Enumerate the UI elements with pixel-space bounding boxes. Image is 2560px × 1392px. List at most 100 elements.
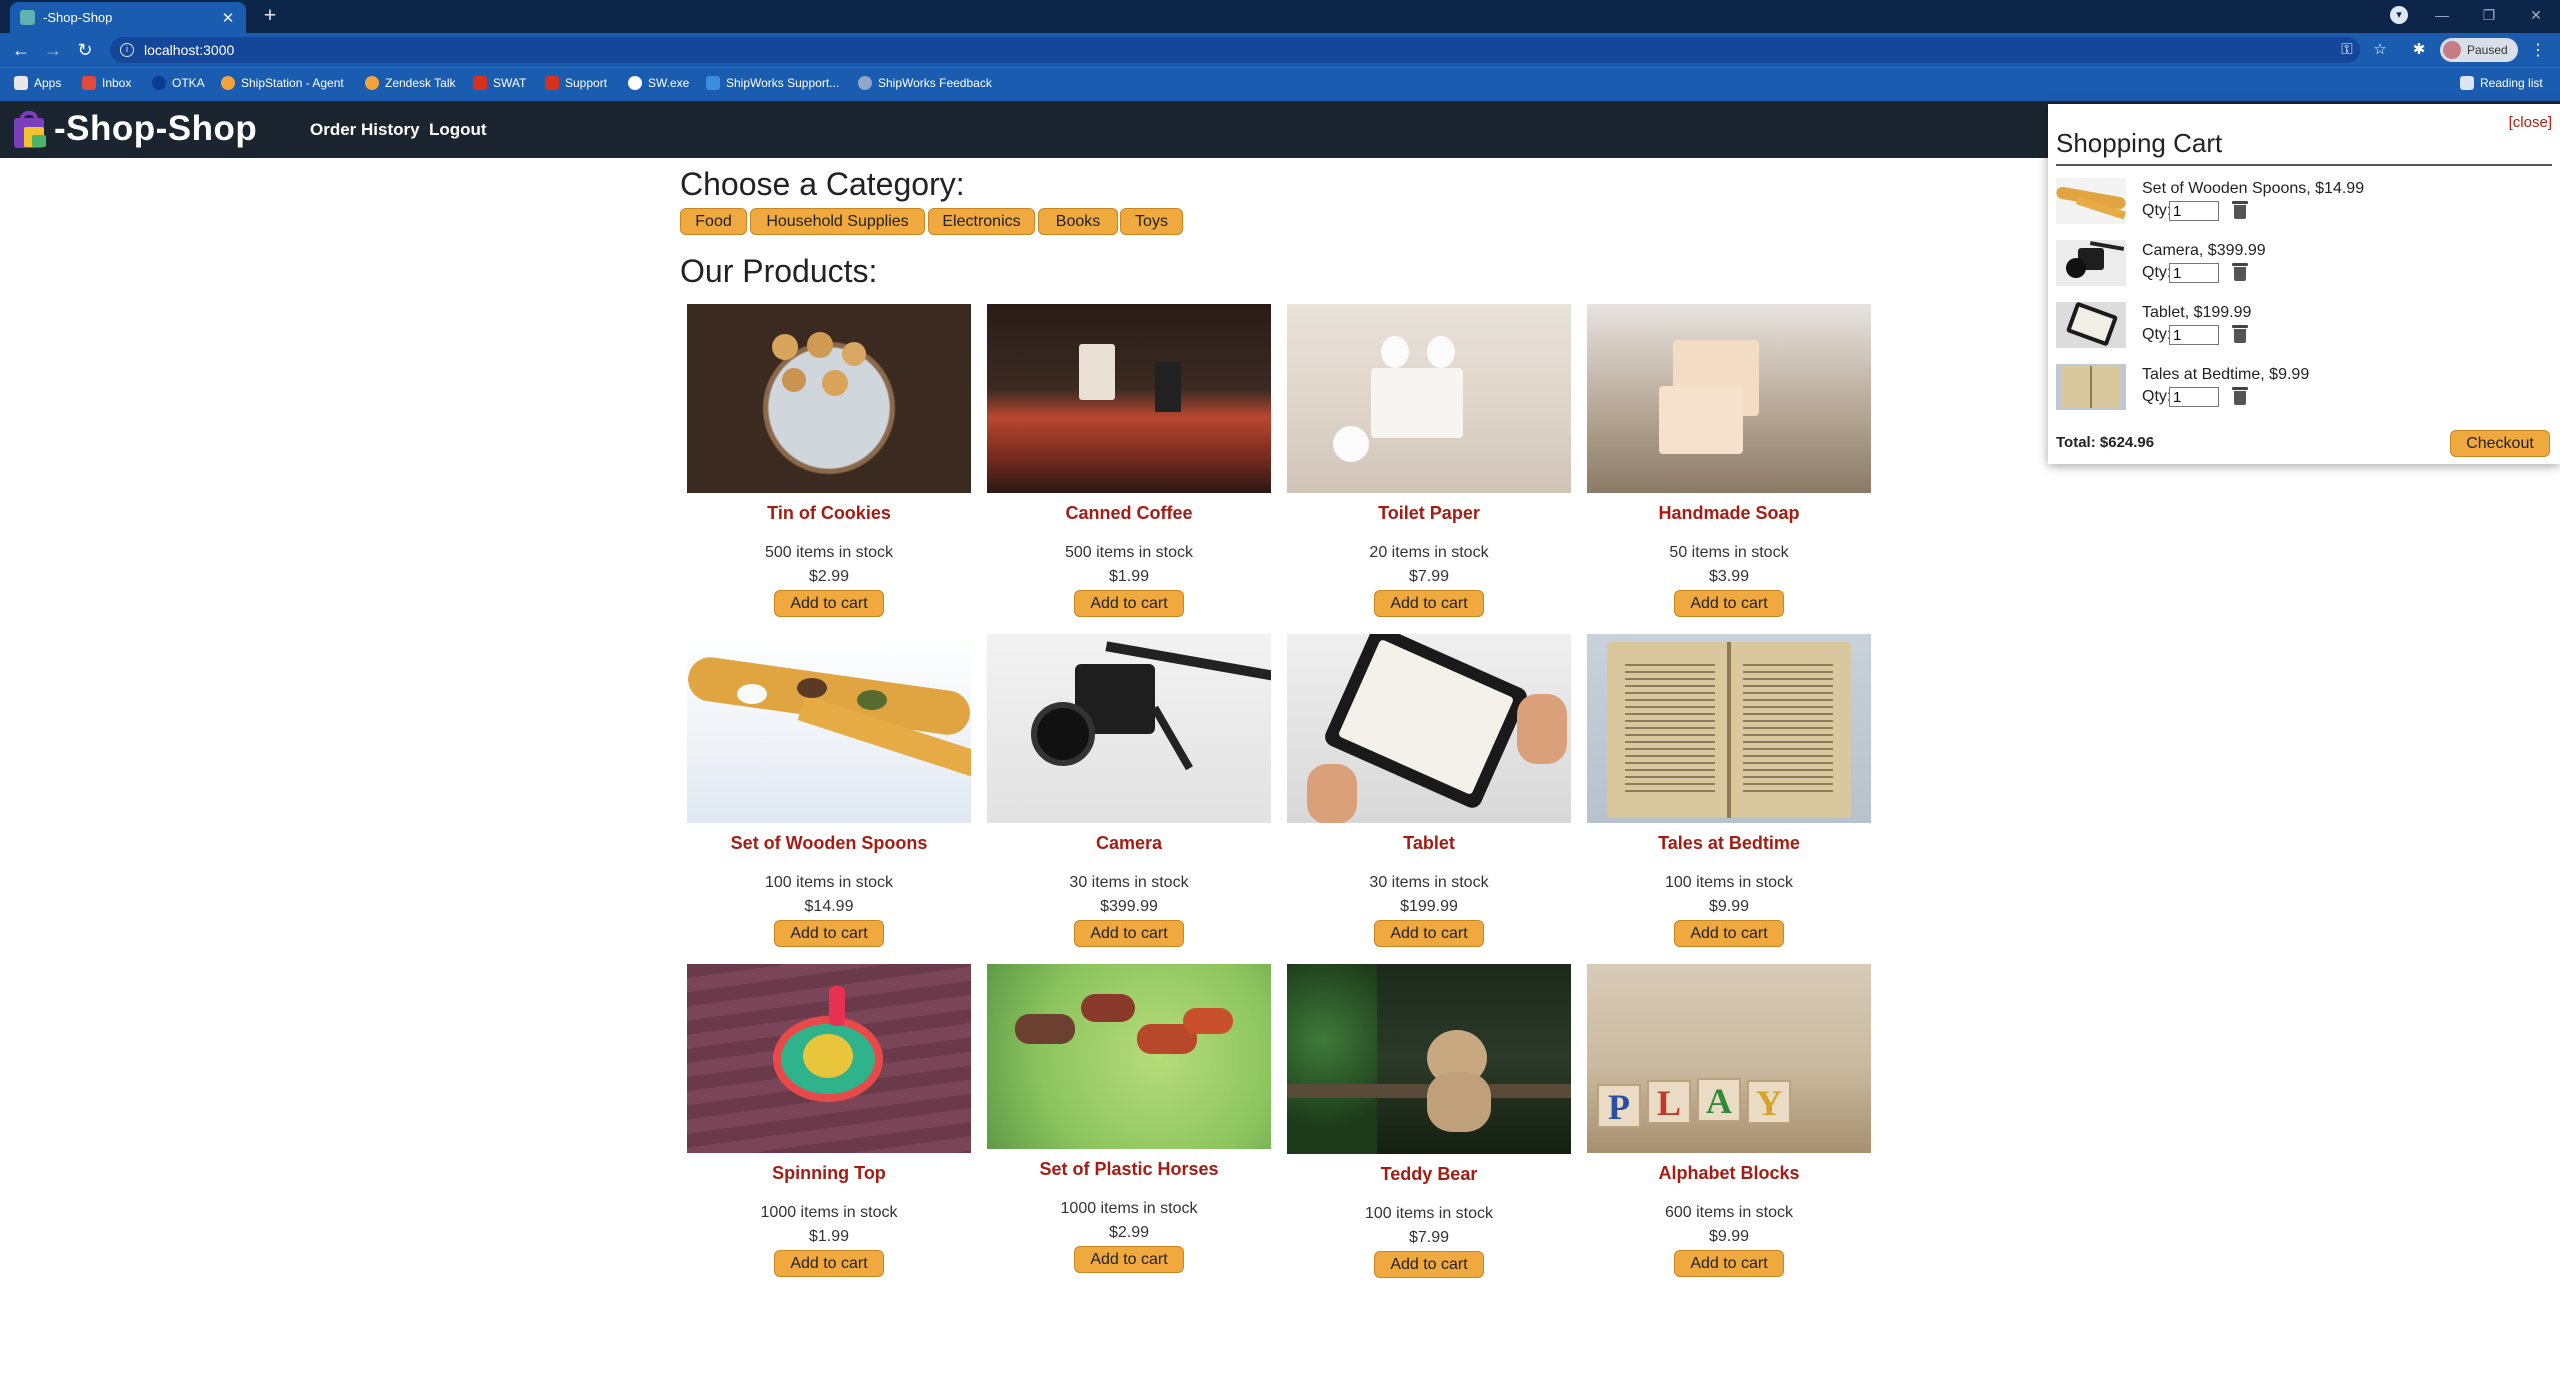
product-name[interactable]: Tablet bbox=[1287, 833, 1571, 854]
bookmark-zendesk[interactable]: Zendesk Talk bbox=[365, 76, 455, 90]
product-image[interactable] bbox=[1587, 634, 1871, 823]
brand-name: -Shop-Shop bbox=[54, 109, 258, 148]
product-image[interactable]: P L A Y bbox=[1587, 964, 1871, 1153]
product-image[interactable] bbox=[687, 304, 971, 493]
category-household-button[interactable]: Household Supplies bbox=[750, 208, 925, 235]
product-name[interactable]: Toilet Paper bbox=[1287, 503, 1571, 524]
bookmark-label: Zendesk Talk bbox=[385, 76, 456, 90]
product-image[interactable] bbox=[1287, 964, 1571, 1154]
category-books-button[interactable]: Books bbox=[1038, 208, 1118, 235]
product-image[interactable] bbox=[687, 964, 971, 1153]
cart-item-label: Tales at Bedtime, $9.99 bbox=[2142, 366, 2310, 383]
product-name[interactable]: Alphabet Blocks bbox=[1587, 1163, 1871, 1184]
trash-icon[interactable] bbox=[2231, 262, 2249, 282]
product-image[interactable] bbox=[987, 634, 1271, 823]
product-name[interactable]: Tales at Bedtime bbox=[1587, 833, 1871, 854]
reading-list-button[interactable]: Reading list bbox=[2460, 76, 2543, 90]
bookmark-label: OTKA bbox=[172, 76, 205, 90]
qty-input[interactable] bbox=[2169, 325, 2219, 345]
trash-icon[interactable] bbox=[2231, 324, 2249, 344]
bookmark-shipworks-support[interactable]: ShipWorks Support... bbox=[706, 76, 839, 90]
add-to-cart-button[interactable]: Add to cart bbox=[1374, 920, 1484, 947]
back-icon[interactable]: ← bbox=[10, 39, 32, 61]
nav-order-history[interactable]: Order History bbox=[310, 120, 420, 140]
cart-close-link[interactable]: [close] bbox=[2509, 114, 2552, 131]
product-image[interactable] bbox=[987, 304, 1271, 493]
add-to-cart-button[interactable]: Add to cart bbox=[1074, 920, 1184, 947]
checkout-button[interactable]: Checkout bbox=[2450, 430, 2550, 457]
product-name[interactable]: Camera bbox=[987, 833, 1271, 854]
product-name[interactable]: Handmade Soap bbox=[1587, 503, 1871, 524]
category-food-button[interactable]: Food bbox=[680, 208, 747, 235]
qty-input[interactable] bbox=[2169, 387, 2219, 407]
qty-input[interactable] bbox=[2169, 201, 2219, 221]
bookmark-label: Support bbox=[565, 76, 608, 90]
product-price: $2.99 bbox=[808, 568, 850, 585]
bookmark-shipworks-feedback[interactable]: ShipWorks Feedback bbox=[858, 76, 992, 90]
product-image[interactable] bbox=[687, 634, 971, 823]
profile-button[interactable]: Paused bbox=[2440, 38, 2518, 62]
product-price: $9.99 bbox=[1708, 898, 1750, 915]
bookmark-star-icon[interactable]: ☆ bbox=[2370, 40, 2390, 60]
add-to-cart-button[interactable]: Add to cart bbox=[774, 1250, 884, 1277]
address-bar[interactable]: i localhost:3000 bbox=[110, 37, 2360, 63]
forward-icon[interactable]: → bbox=[42, 39, 64, 61]
add-to-cart-button[interactable]: Add to cart bbox=[1674, 1250, 1784, 1277]
close-tab-icon[interactable]: ✕ bbox=[220, 9, 236, 27]
browser-menu-icon[interactable]: ⋮ bbox=[2530, 40, 2546, 60]
product-image[interactable] bbox=[987, 964, 1271, 1149]
add-to-cart-button[interactable]: Add to cart bbox=[1074, 1246, 1184, 1273]
bookmark-support[interactable]: Support bbox=[545, 76, 607, 90]
reload-icon[interactable]: ↻ bbox=[74, 39, 96, 61]
product-name[interactable]: Canned Coffee bbox=[987, 503, 1271, 524]
bookmark-otka[interactable]: OTKA bbox=[152, 76, 205, 90]
category-toys-button[interactable]: Toys bbox=[1120, 208, 1183, 235]
tab-search-icon[interactable]: ▾ bbox=[2390, 6, 2408, 24]
bookmark-sw-exe[interactable]: SW.exe bbox=[628, 76, 689, 90]
profile-status: Paused bbox=[2467, 43, 2508, 57]
product-name[interactable]: Spinning Top bbox=[687, 1163, 971, 1184]
product-stock: 100 items in stock bbox=[1664, 874, 1794, 891]
add-to-cart-button[interactable]: Add to cart bbox=[1674, 920, 1784, 947]
qty-input[interactable] bbox=[2169, 263, 2219, 283]
site-logo[interactable]: -Shop-Shop bbox=[10, 109, 257, 149]
browser-tab[interactable]: -Shop-Shop ✕ bbox=[10, 2, 246, 33]
product-image[interactable] bbox=[1287, 304, 1571, 493]
products-heading: Our Products: bbox=[680, 253, 878, 289]
product-name[interactable]: Set of Plastic Horses bbox=[987, 1159, 1271, 1180]
cart-item: Tales at Bedtime, $9.99 Qty: bbox=[2056, 362, 2546, 414]
bookmark-swat[interactable]: SWAT bbox=[473, 76, 526, 90]
product-name[interactable]: Tin of Cookies bbox=[687, 503, 971, 524]
key-icon[interactable]: ⚿ bbox=[2337, 40, 2357, 60]
bookmark-shipstation[interactable]: ShipStation - Agent bbox=[221, 76, 344, 90]
bookmark-inbox[interactable]: Inbox bbox=[82, 76, 131, 90]
product-card: P L A Y Alphabet Blocks 600 items in sto… bbox=[1587, 964, 1871, 1277]
add-to-cart-button[interactable]: Add to cart bbox=[774, 590, 884, 617]
reading-list-icon bbox=[2460, 76, 2474, 90]
add-to-cart-button[interactable]: Add to cart bbox=[774, 920, 884, 947]
add-to-cart-button[interactable]: Add to cart bbox=[1374, 1251, 1484, 1278]
close-window-icon[interactable]: ✕ bbox=[2517, 4, 2555, 26]
add-to-cart-button[interactable]: Add to cart bbox=[1074, 590, 1184, 617]
minimize-icon[interactable]: — bbox=[2423, 4, 2461, 26]
add-to-cart-button[interactable]: Add to cart bbox=[1374, 590, 1484, 617]
product-image[interactable] bbox=[1287, 634, 1571, 823]
product-card: Teddy Bear 100 items in stock $7.99 Add … bbox=[1287, 964, 1571, 1278]
bookmark-apps[interactable]: Apps bbox=[14, 76, 61, 90]
site-info-icon[interactable]: i bbox=[120, 43, 134, 57]
product-image[interactable] bbox=[1587, 304, 1871, 493]
trash-icon[interactable] bbox=[2231, 200, 2249, 220]
new-tab-icon[interactable]: + bbox=[258, 5, 282, 29]
product-stock: 50 items in stock bbox=[1669, 544, 1789, 561]
category-electronics-button[interactable]: Electronics bbox=[928, 208, 1035, 235]
add-to-cart-button[interactable]: Add to cart bbox=[1674, 590, 1784, 617]
cart-divider bbox=[2056, 164, 2552, 166]
qty-label: Qty: bbox=[2142, 264, 2172, 281]
product-name[interactable]: Set of Wooden Spoons bbox=[687, 833, 971, 854]
restore-icon[interactable]: ❐ bbox=[2470, 4, 2508, 26]
product-stock: 600 items in stock bbox=[1664, 1204, 1794, 1221]
trash-icon[interactable] bbox=[2231, 386, 2249, 406]
product-name[interactable]: Teddy Bear bbox=[1287, 1164, 1571, 1185]
nav-logout[interactable]: Logout bbox=[429, 120, 487, 140]
extensions-icon[interactable]: ✱ bbox=[2409, 40, 2429, 60]
